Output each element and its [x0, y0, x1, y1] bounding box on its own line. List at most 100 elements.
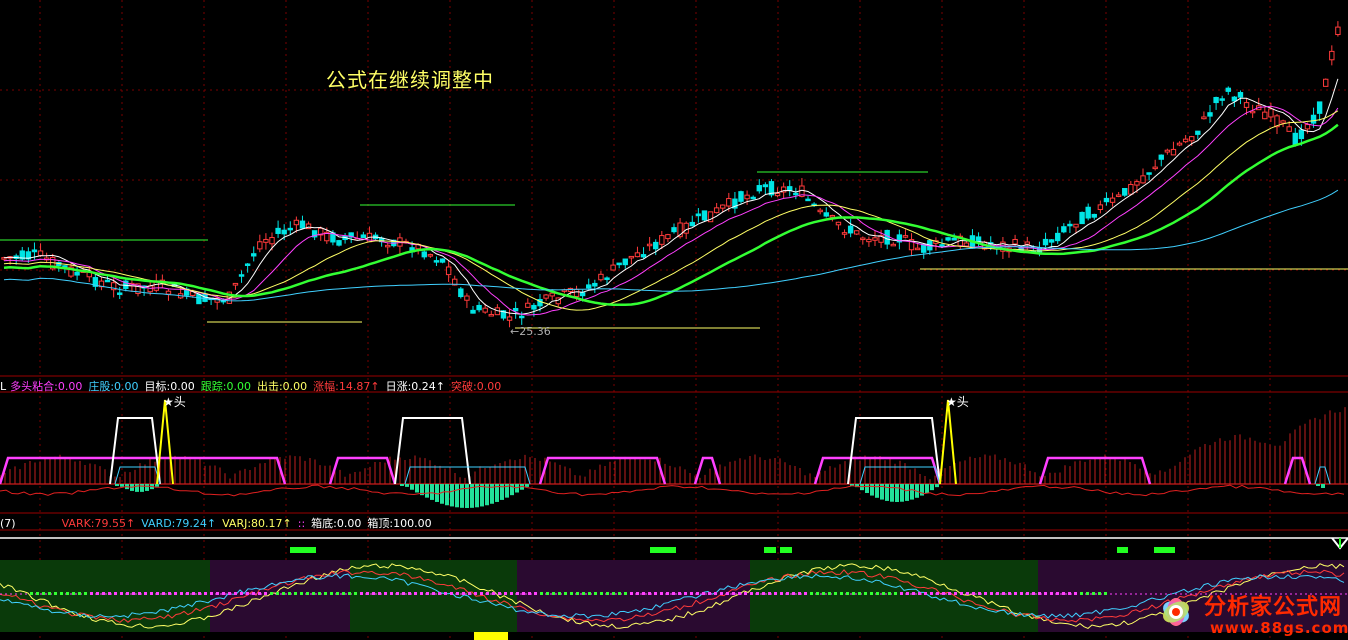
candle [847, 225, 854, 234]
zone-dot [168, 592, 171, 595]
zone-dot [894, 592, 897, 595]
zone-dot [636, 592, 639, 595]
candle [1182, 138, 1189, 143]
candle [1085, 206, 1091, 219]
candle [281, 229, 287, 235]
zone-dot [204, 592, 207, 595]
zone-dot [234, 592, 237, 595]
candlestick-chart[interactable]: ←25.36 ★头 ★头 [0, 0, 1348, 640]
histogram-bar [135, 484, 139, 492]
candle [701, 210, 708, 221]
zone-dot [378, 592, 381, 595]
zone-dot [1044, 592, 1047, 595]
candle [1310, 114, 1317, 124]
zone-dot [642, 592, 645, 595]
candle [427, 254, 434, 257]
zone-dot [1002, 592, 1005, 595]
histogram-bar [885, 484, 889, 501]
zone-dot [354, 592, 357, 595]
zone-dot [846, 592, 849, 595]
candle [653, 241, 659, 250]
zone-dot [798, 592, 801, 595]
candle [1073, 223, 1079, 228]
indicator1-item: 突破:0.00 [451, 380, 502, 393]
candle [726, 198, 732, 207]
candle [817, 209, 823, 213]
zone-dot [714, 592, 717, 595]
candle [573, 288, 580, 297]
candle [1067, 223, 1073, 227]
candle [835, 221, 842, 226]
zone-dot [432, 592, 435, 595]
candle [793, 192, 799, 196]
zone-dot [948, 592, 951, 595]
candle [488, 314, 494, 317]
chart-annotation: 公式在继续调整中 [326, 68, 494, 92]
candle [1042, 238, 1049, 246]
indicator2-item: VARD:79.24↑ [141, 517, 217, 530]
candle [1091, 213, 1097, 218]
signal-block [290, 547, 316, 553]
zone-dot [582, 592, 585, 595]
zone-dot [990, 592, 993, 595]
zone-dot [624, 592, 627, 595]
histogram-bar [870, 484, 874, 496]
zone-dot [756, 592, 759, 595]
histogram-bar [865, 484, 869, 493]
histogram-bar [925, 484, 929, 493]
candle [1097, 204, 1104, 210]
indicator1-item: 目标:0.00 [144, 380, 195, 393]
candle [890, 243, 896, 247]
signal-line [847, 417, 941, 485]
candle [482, 307, 488, 313]
zone-dot [84, 592, 87, 595]
zone-dot [474, 592, 477, 595]
zone-dot [102, 592, 105, 595]
candle [787, 186, 793, 191]
candle [1140, 175, 1146, 184]
candle [1146, 172, 1152, 175]
candle [1128, 184, 1134, 195]
candle [805, 198, 811, 202]
candle [512, 308, 519, 312]
zone-dot [1074, 592, 1077, 595]
zone-dot [384, 592, 387, 595]
candle [1012, 238, 1018, 245]
zone-dot [720, 592, 723, 595]
candle [117, 292, 123, 295]
zone-dot [828, 592, 831, 595]
zone-dot [306, 592, 309, 595]
zone-dot [1092, 592, 1095, 595]
candle [1286, 126, 1292, 132]
candle [244, 263, 251, 266]
zone-dot [294, 592, 297, 595]
candle [720, 204, 726, 209]
flower-logo-icon [1163, 598, 1189, 626]
candle [1225, 87, 1231, 92]
candle [872, 237, 878, 241]
zone-dot [864, 592, 867, 595]
zone-dot [1032, 592, 1035, 595]
indicator1-item: 出击:0.00 [256, 380, 308, 393]
zone-dot [768, 592, 771, 595]
zone-dot [1008, 592, 1011, 595]
zone-dot [672, 592, 675, 595]
candle [695, 213, 702, 217]
candle [945, 237, 951, 241]
zone-dot [606, 592, 609, 595]
zone-dot [918, 592, 921, 595]
candle [1323, 78, 1329, 87]
zone-dot [390, 592, 393, 595]
candle [1329, 50, 1335, 61]
candle [525, 302, 531, 308]
candle [74, 271, 80, 276]
zone-dot [156, 592, 159, 595]
histogram-bar [410, 484, 414, 490]
candle [1280, 120, 1286, 124]
histogram-bar [415, 484, 419, 493]
zone-dot [1062, 592, 1065, 595]
spike-line [939, 399, 957, 485]
candle [1292, 132, 1298, 146]
histogram-bar [930, 484, 934, 491]
zone-dot [324, 592, 327, 595]
